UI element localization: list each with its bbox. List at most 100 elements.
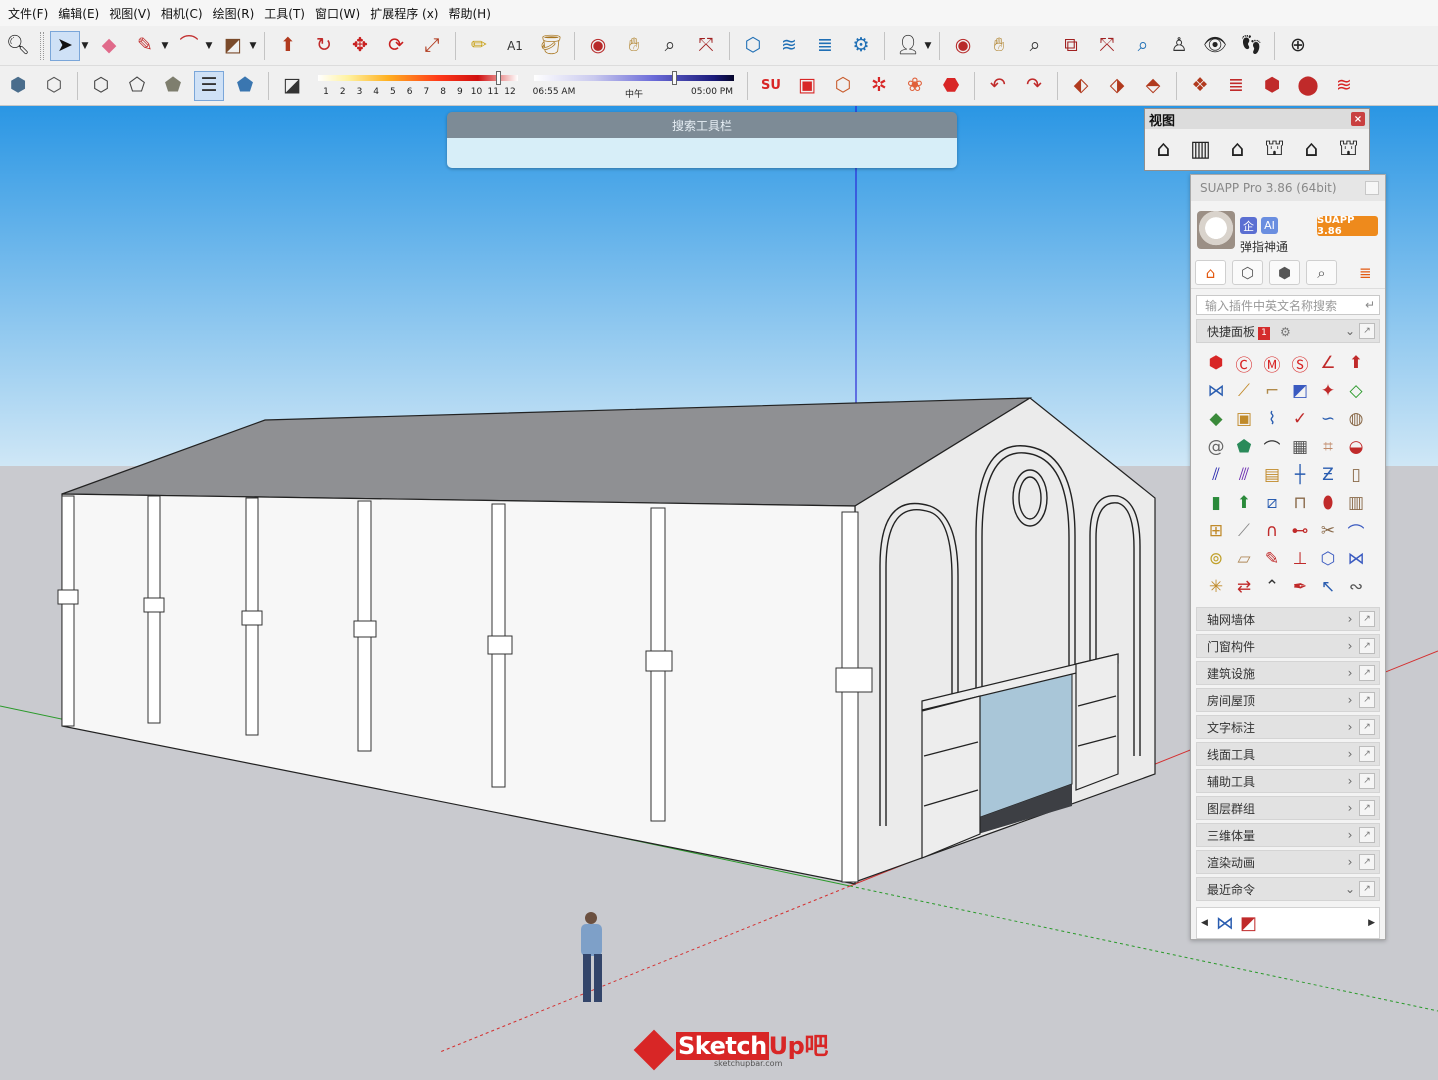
suapp-flower-icon[interactable]: ❀ [900, 71, 930, 101]
category-8[interactable]: 三维体量 › ↗ [1196, 823, 1380, 847]
components-icon[interactable]: ❖ [1185, 71, 1215, 101]
paper-icon[interactable]: ▱ [1230, 545, 1258, 573]
m-icon[interactable]: Ⓜ [1258, 349, 1286, 377]
pencil-line-icon[interactable]: ✎ [130, 31, 160, 61]
close-icon[interactable]: × [1351, 112, 1365, 126]
paint-bucket-icon[interactable]: 🪣︎ [536, 31, 566, 61]
category-5[interactable]: 线面工具 › ↗ [1196, 742, 1380, 766]
angle-icon[interactable]: ∠ [1314, 349, 1342, 377]
pointer-icon[interactable]: ↖ [1314, 573, 1342, 601]
arc-icon[interactable]: ⌒ [174, 31, 204, 61]
zoom-window-icon[interactable]: ⧉ [1056, 31, 1086, 61]
hidden-line-icon[interactable]: ⬠ [122, 71, 152, 101]
divide-icon[interactable]: ◩ [1286, 377, 1314, 405]
plugin-search-input[interactable]: 输入插件中英文名称搜索 ↵ [1196, 295, 1380, 315]
wand-icon[interactable]: ✦ [1314, 377, 1342, 405]
suapp-cube-icon[interactable]: ⬡ [828, 71, 858, 101]
curve-icon[interactable]: ∽ [1314, 405, 1342, 433]
popout-icon[interactable]: ↗ [1359, 827, 1375, 843]
shaded-textures-icon[interactable]: ☰ [194, 70, 224, 101]
cube-icon[interactable]: ⬡ [1314, 545, 1342, 573]
text-label-icon[interactable]: A1 [500, 31, 530, 61]
pillar-icon[interactable]: ⊓ [1286, 489, 1314, 517]
eraser-icon[interactable]: ◆ [94, 31, 124, 61]
swap-icon[interactable]: ⇄ [1230, 573, 1258, 601]
category-1[interactable]: 门窗构件 › ↗ [1196, 634, 1380, 658]
push-pull-icon[interactable]: ⬆ [273, 31, 303, 61]
chevron-right-icon[interactable]: › [1341, 612, 1359, 626]
menu-file[interactable]: 文件(F) [6, 5, 56, 22]
scroll-left-icon[interactable]: ◀ [1201, 918, 1208, 928]
steps-icon[interactable]: ⌇ [1258, 405, 1286, 433]
menu-help[interactable]: 帮助(H) [446, 5, 498, 22]
chevron-down-icon[interactable]: ▼ [203, 41, 215, 51]
chevron-down-icon[interactable]: ▼ [247, 41, 259, 51]
chevron-right-icon[interactable]: › [1341, 639, 1359, 653]
popout-icon[interactable]: ↗ [1359, 746, 1375, 762]
recent-commands-header[interactable]: 最近命令 ⌄ ↗ [1196, 877, 1380, 901]
iso-view-icon[interactable]: ⌂ [1149, 135, 1178, 164]
arch-icon[interactable]: ∩ [1258, 517, 1286, 545]
search-tab-icon[interactable]: ⌕ [1306, 260, 1337, 285]
tree-icon[interactable]: ⊥ [1286, 545, 1314, 573]
month-slider-knob[interactable] [496, 70, 501, 85]
rotate-icon[interactable]: ⟳ [381, 31, 411, 61]
left-view-icon[interactable]: ⛫ [1334, 135, 1363, 164]
knife-icon[interactable]: ⟋ [1230, 517, 1258, 545]
category-0[interactable]: 轴网墙体 › ↗ [1196, 607, 1380, 631]
model-tab-icon[interactable]: ⬡ [1232, 260, 1263, 285]
back-edges-icon[interactable]: ⬡ [39, 71, 69, 101]
popout-icon[interactable]: ↗ [1359, 881, 1375, 897]
follow-me-icon[interactable]: ↻ [309, 31, 339, 61]
mesh-icon[interactable]: ⬟ [1230, 433, 1258, 461]
menu-view[interactable]: 视图(V) [107, 5, 159, 22]
roofline-icon[interactable]: ⌃ [1258, 573, 1286, 601]
search-toolbar-body[interactable] [447, 138, 957, 168]
check-icon[interactable]: ✓ [1286, 405, 1314, 433]
shadows-toggle-icon[interactable]: ◪ [277, 71, 307, 101]
bars-icon[interactable]: ▮ [1202, 489, 1230, 517]
extension-manager-icon[interactable]: ⚙︎ [846, 31, 876, 61]
search-toolbar[interactable]: 搜索工具栏 [447, 112, 957, 168]
bottle-icon[interactable]: ⬮ [1314, 489, 1342, 517]
png-icon[interactable]: ▤ [1258, 461, 1286, 489]
s-icon[interactable]: Ⓢ [1286, 349, 1314, 377]
chevron-down-icon[interactable]: ▼ [922, 41, 934, 51]
popout-icon[interactable]: ↗ [1359, 638, 1375, 654]
chevron-down-icon[interactable]: ▼ [79, 41, 91, 51]
chevron-down-icon[interactable]: ▼ [159, 41, 171, 51]
scale-icon[interactable]: ⤢ [417, 31, 447, 61]
chevron-right-icon[interactable]: › [1341, 747, 1359, 761]
orbit-icon[interactable]: ◉ [583, 31, 613, 61]
recent-divide-icon[interactable]: ◩ [1240, 913, 1257, 934]
menu-camera[interactable]: 相机(C) [159, 5, 211, 22]
suapp-grid-icon[interactable]: ✲ [864, 71, 894, 101]
dumbbell-icon[interactable]: ⊷ [1286, 517, 1314, 545]
time-slider-knob[interactable] [672, 70, 677, 85]
previous-view-icon[interactable]: ⌕ [1128, 31, 1158, 61]
category-4[interactable]: 文字标注 › ↗ [1196, 715, 1380, 739]
doc-icon[interactable]: ▥ [1342, 489, 1370, 517]
chevron-right-icon[interactable]: › [1341, 693, 1359, 707]
time-slider[interactable]: 06:55 AM 中午 05:00 PM [533, 68, 734, 104]
category-3[interactable]: 房间屋顶 › ↗ [1196, 688, 1380, 712]
popout-icon[interactable]: ↗ [1359, 773, 1375, 789]
stairs-icon[interactable]: ⌐ [1258, 377, 1286, 405]
suapp-icon[interactable]: SU [756, 71, 786, 101]
star-icon[interactable]: ✳ [1202, 573, 1230, 601]
arc-icon-2[interactable]: ⌒ [1342, 517, 1370, 545]
spiral-icon[interactable]: @ [1202, 433, 1230, 461]
version-badge[interactable]: SUAPP 3.86 [1317, 215, 1378, 237]
weave-icon[interactable]: ⋈ [1342, 545, 1370, 573]
popout-icon[interactable]: ↗ [1359, 323, 1375, 339]
pan-hand-icon-2[interactable]: ✋︎ [984, 31, 1014, 61]
settings-gear-icon[interactable]: ⚙ [1280, 325, 1291, 339]
section-cut-icon[interactable]: ⬗ [1102, 71, 1132, 101]
suapp-logo-icon[interactable]: ⬣ [936, 71, 966, 101]
hatch-icon[interactable]: ⫽ [1202, 461, 1230, 489]
shell-icon[interactable]: ◍ [1342, 405, 1370, 433]
chevron-down-icon[interactable]: ⌄ [1341, 882, 1359, 896]
zoom-tool-icon[interactable]: ⌕ [655, 31, 685, 61]
pen-icon[interactable]: ✒ [1286, 573, 1314, 601]
zoom-icon[interactable]: 🔍︎ [3, 31, 33, 61]
